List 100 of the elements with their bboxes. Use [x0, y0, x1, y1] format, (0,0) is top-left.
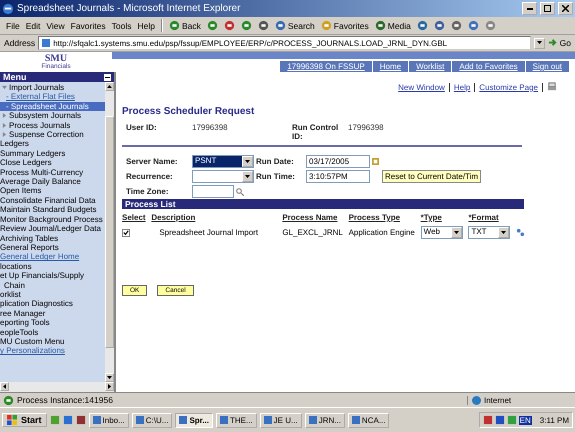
reset-button[interactable]: Reset to Current Date/Tim — [382, 170, 482, 183]
menu-link[interactable]: y Personalizations — [0, 346, 105, 356]
maximize-icon — [544, 5, 551, 12]
type-select[interactable]: Web — [420, 226, 463, 239]
menu-item[interactable]: Process Multi-Currency — [0, 168, 105, 178]
toolbar-button[interactable]: Search — [274, 20, 315, 31]
menu-bar-item[interactable]: Tools — [112, 20, 132, 30]
caret-icon — [245, 174, 250, 178]
dropdown-button[interactable] — [242, 156, 253, 167]
collapse-icon[interactable] — [104, 74, 111, 80]
menu-folder[interactable]: Suspense Correction — [0, 130, 105, 140]
menu-item[interactable]: Review Journal/Ledger Data — [0, 224, 105, 234]
dropdown-button[interactable] — [498, 227, 510, 238]
menu-item[interactable]: Open Items — [0, 186, 105, 196]
taskbar-button[interactable]: NCA... — [348, 412, 390, 428]
taskbar-button[interactable]: C:\U... — [132, 412, 172, 428]
menu-item[interactable]: Maintain Standard Budgets — [0, 205, 105, 215]
column-header: *Type — [420, 213, 443, 222]
app-icon — [92, 416, 101, 424]
menu-bar-item[interactable]: Help — [137, 20, 155, 30]
menu-item[interactable]: Close Ledgers — [0, 158, 105, 168]
start-button[interactable]: Start — [2, 413, 47, 427]
printer-icon[interactable] — [547, 82, 557, 92]
server-select[interactable]: PSNT — [192, 155, 254, 168]
column-header: *Format — [468, 213, 500, 222]
arrow-icon — [548, 38, 558, 48]
time-field[interactable]: 3:10:57PM — [306, 170, 370, 183]
field-label: Time Zone: — [126, 187, 170, 196]
menu-item[interactable]: Ledgers — [0, 139, 105, 149]
taskbar-button[interactable]: JE U... — [260, 412, 302, 428]
page-title: Process Scheduler Request — [122, 106, 256, 117]
app-icon — [136, 416, 144, 424]
table-cell-text: Spreadsheet Journal Import — [158, 228, 260, 237]
menu-header: Menu — [0, 72, 114, 82]
page-link[interactable]: Help — [454, 82, 470, 92]
menu-item[interactable]: Archiving Tables — [0, 234, 105, 243]
arrow-icon — [108, 384, 112, 389]
column-header: Process Type — [348, 213, 402, 222]
header-link[interactable]: Sign out — [524, 61, 569, 72]
maximize-button[interactable] — [540, 2, 555, 15]
address-field[interactable]: http://sfqalc1.systems.smu.edu/psp/fssup/EMPLOYEE/ERP/c/PROCESS_JOURNALS.LOAD_JRNL_DYN.GBL — [38, 36, 531, 50]
menu-link[interactable]: General Ledger Home — [0, 252, 105, 262]
menu-item[interactable]: ree Manager — [0, 308, 105, 318]
time-zone-field[interactable] — [192, 185, 234, 198]
field-label: User ID: — [126, 123, 158, 132]
dropdown-button[interactable] — [534, 38, 545, 48]
arrow-icon — [2, 384, 6, 389]
menu-item[interactable]: orklist — [0, 290, 105, 300]
app-icon — [308, 416, 317, 424]
header-link[interactable]: Add to Favorites — [451, 61, 525, 72]
header-link[interactable]: Worklist — [408, 61, 452, 72]
menu-folder[interactable]: Import Journals — [0, 83, 105, 92]
language-indicator[interactable]: EN — [518, 416, 532, 424]
menu-item[interactable]: Summary Ledgers — [0, 148, 105, 158]
format-select[interactable]: TXT — [468, 226, 510, 239]
menu-item[interactable]: eopleTools — [0, 328, 105, 337]
dropdown-button[interactable] — [450, 227, 462, 238]
field-label: Server Name: — [126, 157, 179, 166]
menu-item[interactable]: Average Daily Balance — [0, 177, 105, 186]
menu-bar-item[interactable]: Favorites — [70, 20, 106, 30]
menu-item[interactable]: plication Diagnostics — [0, 299, 105, 309]
horizontal-scrollbar[interactable] — [0, 382, 114, 392]
header-link[interactable]: Home — [372, 61, 408, 72]
page-link[interactable]: Customize Page — [479, 82, 538, 92]
page-link[interactable]: New Window — [398, 82, 445, 92]
go-button[interactable]: Go — [548, 38, 571, 48]
taskbar-button[interactable]: Inbo... — [88, 412, 129, 428]
clock: 3:11 PM — [540, 416, 569, 424]
menu-item[interactable]: locations — [0, 262, 105, 272]
menu-folder[interactable]: Process Journals — [0, 120, 105, 130]
menu-item[interactable]: Consolidate Financial Data — [0, 196, 105, 206]
menu-item[interactable]: MU Custom Menu — [0, 336, 105, 346]
taskbar-button[interactable]: THE... — [216, 412, 257, 428]
checkbox[interactable] — [122, 228, 130, 236]
menu-bar-item[interactable]: View — [46, 20, 65, 30]
taskbar-button[interactable]: Spr... — [175, 412, 213, 428]
toolbar-button[interactable]: Favorites — [320, 20, 369, 31]
menu-item[interactable]: eporting Tools — [0, 318, 105, 328]
header-link[interactable]: 17996398 On FSSUP — [279, 61, 372, 72]
scrollbar[interactable] — [105, 82, 114, 382]
browser-icon — [2, 2, 14, 14]
menu-link[interactable]: - External Flat Files — [0, 92, 105, 102]
windows-logo-icon — [7, 415, 18, 425]
date-field[interactable]: 03/17/2005 — [306, 155, 370, 168]
close-button[interactable] — [558, 2, 573, 15]
zone-indicator: Internet — [467, 396, 572, 404]
column-header: Description — [151, 213, 196, 222]
taskbar-button[interactable]: JRN... — [304, 412, 345, 428]
toolbar-button[interactable]: Media — [374, 20, 411, 31]
menu-bar-item[interactable]: Edit — [26, 20, 40, 30]
dropdown-button[interactable] — [242, 171, 253, 182]
menu-link[interactable]: - Spreadsheet Journals — [0, 102, 105, 112]
menu-bar-item[interactable]: File — [6, 20, 20, 30]
menu-folder[interactable]: Subsystem Journals — [0, 111, 105, 121]
menu-item[interactable]: General Reports — [0, 242, 105, 252]
minimize-icon — [526, 8, 532, 10]
toolbar-button[interactable]: Back — [168, 20, 201, 31]
caret-icon — [107, 376, 112, 380]
menu-item[interactable]: Monitor Background Process — [0, 214, 105, 224]
minimize-button[interactable] — [522, 2, 537, 15]
